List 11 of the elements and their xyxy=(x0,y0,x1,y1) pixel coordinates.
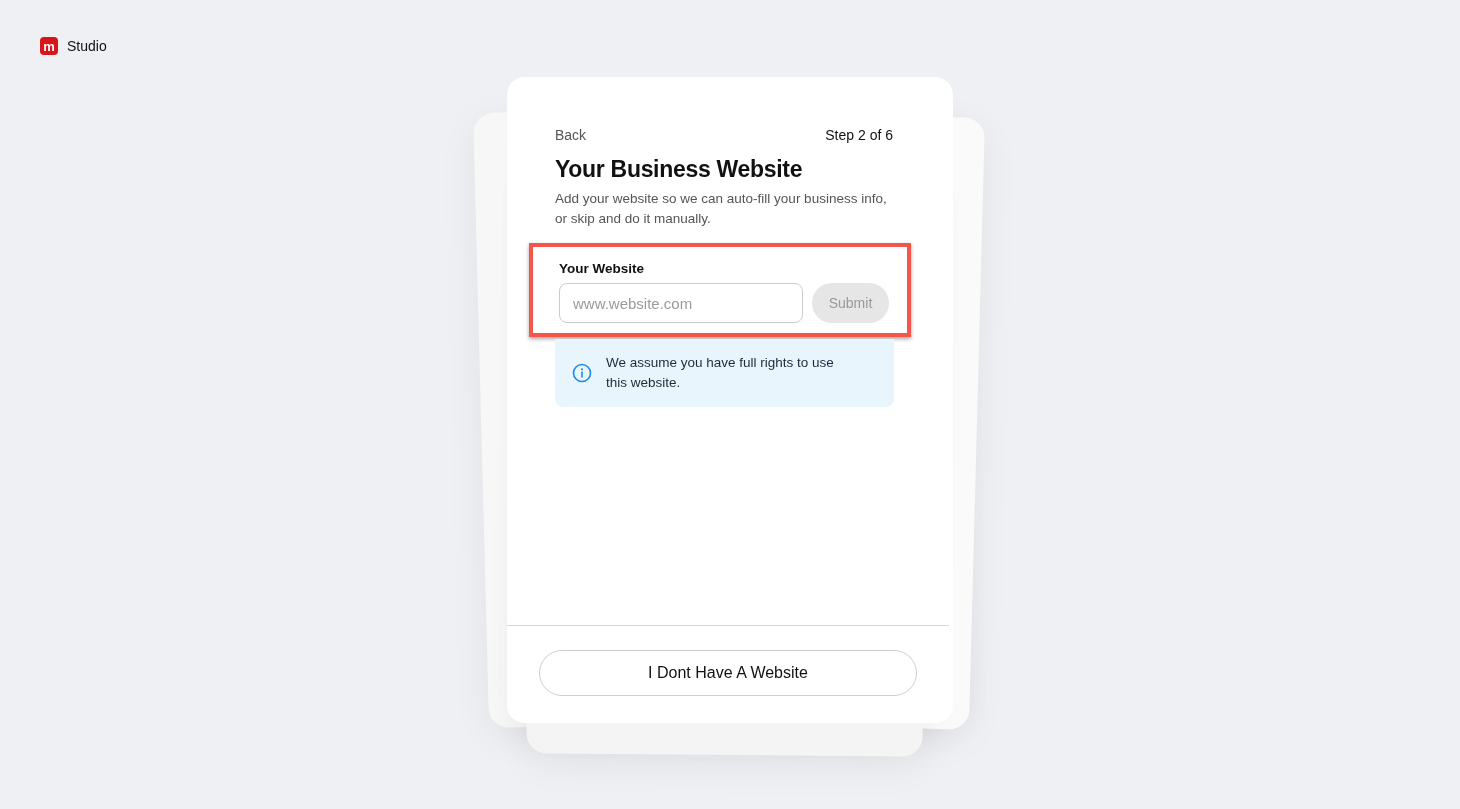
no-website-button[interactable]: I Dont Have A Website xyxy=(539,650,917,696)
back-link[interactable]: Back xyxy=(555,127,587,143)
logo-icon: m xyxy=(40,37,58,55)
info-icon xyxy=(572,363,592,383)
field-label: Your Website xyxy=(559,261,645,276)
page-title: Your Business Website xyxy=(555,156,804,183)
brand-name: Studio xyxy=(67,38,107,54)
website-input[interactable]: www.website.com xyxy=(559,283,803,323)
step-counter: Step 2 of 6 xyxy=(825,127,893,143)
notice-text: We assume you have full rights to use this website. xyxy=(606,354,835,392)
subtitle: Add your website so we can auto-fill your business info, or skip and do it manually. xyxy=(555,190,888,228)
